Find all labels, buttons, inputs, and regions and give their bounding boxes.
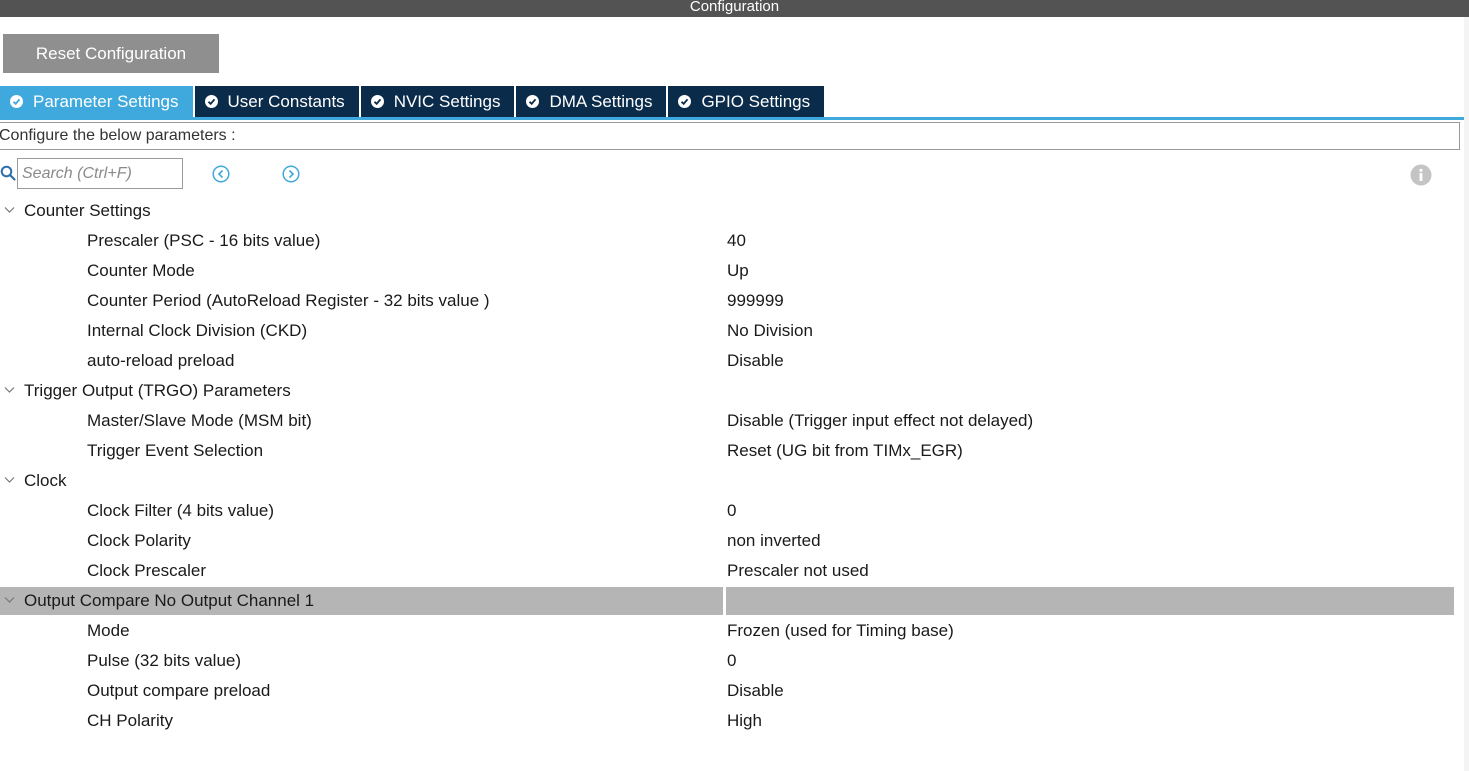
tab-underline xyxy=(0,117,1464,120)
group-clock[interactable]: Clock xyxy=(0,466,1469,496)
check-circle-icon xyxy=(526,95,540,108)
group-output-compare-channel-1[interactable]: Output Compare No Output Channel 1 xyxy=(0,586,1469,616)
reset-configuration-button[interactable]: Reset Configuration xyxy=(3,34,219,73)
window-title: Configuration xyxy=(0,0,1469,17)
param-value[interactable]: 0 xyxy=(727,496,736,526)
param-name: Mode xyxy=(87,621,130,640)
param-name: Trigger Event Selection xyxy=(87,441,264,460)
param-value[interactable]: Disable xyxy=(727,676,784,706)
previous-icon[interactable] xyxy=(212,165,230,183)
search-bar xyxy=(0,158,1469,192)
param-row[interactable]: Master/Slave Mode (MSM bit) Disable (Tri… xyxy=(0,406,1469,436)
param-row[interactable]: CH Polarity High xyxy=(0,706,1469,736)
next-icon[interactable] xyxy=(282,165,300,183)
param-row[interactable]: Clock Prescaler Prescaler not used xyxy=(0,556,1469,586)
param-name: Counter Period (AutoReload Register - 32… xyxy=(87,291,490,310)
check-circle-icon xyxy=(370,95,384,108)
param-value[interactable]: Disable (Trigger input effect not delaye… xyxy=(727,406,1033,436)
tab-user-constants[interactable]: User Constants xyxy=(194,86,361,117)
param-row[interactable]: Mode Frozen (used for Timing base) xyxy=(0,616,1469,646)
vertical-scrollbar[interactable] xyxy=(1464,17,1469,771)
info-icon[interactable] xyxy=(1410,164,1432,186)
param-value[interactable]: Disable xyxy=(727,346,784,376)
tab-label: DMA Settings xyxy=(549,91,653,111)
param-name: auto-reload preload xyxy=(87,351,235,370)
param-value[interactable]: Reset (UG bit from TIMx_EGR) xyxy=(727,436,963,466)
column-divider xyxy=(723,587,726,615)
search-input[interactable] xyxy=(17,158,183,189)
tab-label: Parameter Settings xyxy=(33,91,179,111)
param-row[interactable]: Counter Period (AutoReload Register - 32… xyxy=(0,286,1469,316)
param-row[interactable]: Internal Clock Division (CKD) No Divisio… xyxy=(0,316,1469,346)
param-value[interactable]: non inverted xyxy=(727,526,821,556)
param-name: Prescaler (PSC - 16 bits value) xyxy=(87,231,321,250)
param-row[interactable]: Output compare preload Disable xyxy=(0,676,1469,706)
param-value[interactable]: Up xyxy=(727,256,749,286)
param-name: Output compare preload xyxy=(87,681,271,700)
param-row[interactable]: Pulse (32 bits value) 0 xyxy=(0,646,1469,676)
param-row[interactable]: Prescaler (PSC - 16 bits value) 40 xyxy=(0,226,1469,256)
tab-bar: Parameter Settings User Constants NVIC S… xyxy=(0,86,827,117)
param-name: Clock Prescaler xyxy=(87,561,207,580)
param-name: Pulse (32 bits value) xyxy=(87,651,242,670)
param-value[interactable]: Frozen (used for Timing base) xyxy=(727,616,954,646)
param-name: Internal Clock Division (CKD) xyxy=(87,321,308,340)
tab-nvic-settings[interactable]: NVIC Settings xyxy=(360,86,517,117)
param-value[interactable]: 40 xyxy=(727,226,746,256)
check-circle-icon xyxy=(678,95,692,108)
param-name: Clock Filter (4 bits value) xyxy=(87,501,275,520)
check-circle-icon xyxy=(204,95,218,108)
check-circle-icon xyxy=(10,95,23,108)
group-label: Clock xyxy=(24,471,67,490)
tab-label: User Constants xyxy=(227,91,345,111)
param-row[interactable]: Clock Filter (4 bits value) 0 xyxy=(0,496,1469,526)
search-icon[interactable] xyxy=(0,165,17,182)
tab-gpio-settings[interactable]: GPIO Settings xyxy=(668,86,827,117)
group-label: Output Compare No Output Channel 1 xyxy=(24,591,315,610)
param-name: Clock Polarity xyxy=(87,531,191,550)
param-value[interactable]: High xyxy=(727,706,762,736)
param-name: Master/Slave Mode (MSM bit) xyxy=(87,411,312,430)
param-value[interactable]: 999999 xyxy=(727,286,784,316)
param-row[interactable]: Clock Polarity non inverted xyxy=(0,526,1469,556)
tab-label: NVIC Settings xyxy=(393,91,501,111)
group-label: Trigger Output (TRGO) Parameters xyxy=(24,381,291,400)
group-trigger-output[interactable]: Trigger Output (TRGO) Parameters xyxy=(0,376,1469,406)
param-row[interactable]: auto-reload preload Disable xyxy=(0,346,1469,376)
group-counter-settings[interactable]: Counter Settings xyxy=(0,196,1469,226)
parameter-tree: Counter Settings Prescaler (PSC - 16 bit… xyxy=(0,196,1469,736)
param-value[interactable]: No Division xyxy=(727,316,813,346)
param-name: Counter Mode xyxy=(87,261,195,280)
tab-parameter-settings[interactable]: Parameter Settings xyxy=(0,86,195,117)
chevron-down-icon[interactable] xyxy=(4,596,15,604)
param-name: CH Polarity xyxy=(87,711,173,730)
param-value[interactable]: Prescaler not used xyxy=(727,556,869,586)
param-row[interactable]: Trigger Event Selection Reset (UG bit fr… xyxy=(0,436,1469,466)
tab-label: GPIO Settings xyxy=(701,91,811,111)
tab-dma-settings[interactable]: DMA Settings xyxy=(516,86,669,117)
chevron-down-icon[interactable] xyxy=(4,386,15,394)
chevron-down-icon[interactable] xyxy=(4,476,15,484)
group-label: Counter Settings xyxy=(24,201,151,220)
param-value[interactable]: 0 xyxy=(727,646,736,676)
parameters-description: Configure the below parameters : xyxy=(0,122,1460,150)
chevron-down-icon[interactable] xyxy=(4,206,15,214)
param-row[interactable]: Counter Mode Up xyxy=(0,256,1469,286)
